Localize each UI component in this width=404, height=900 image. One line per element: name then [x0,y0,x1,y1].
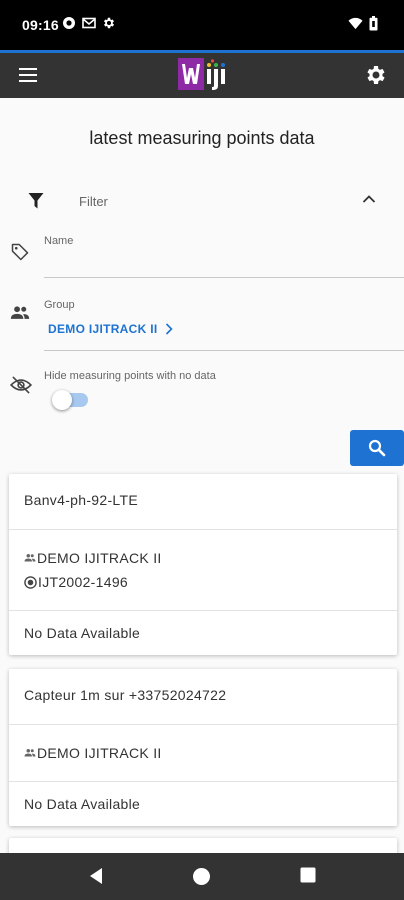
status-time: 09:16 [22,17,59,33]
name-input-underline [44,277,404,278]
device-icon [24,575,37,589]
group-value: DEMO IJITRACK II [48,322,158,336]
group-label: Group [44,299,75,311]
status-bar: 09:16 [0,0,404,50]
back-icon[interactable] [88,867,104,885]
hide-label: Hide measuring points with no data [44,370,216,382]
card-status: No Data Available [24,625,141,641]
filter-label: Filter [79,194,108,209]
group-underline [44,350,404,351]
search-icon [368,439,386,457]
card-title: Capteur 1m sur +33752024722 [9,669,397,725]
eye-off-icon [10,376,32,394]
menu-icon-bar [19,80,37,82]
filter-icon [28,193,44,209]
settings-small-icon [103,17,115,29]
gear-icon [367,66,385,84]
wifi-icon [348,17,363,30]
card-group-line: DEMO IJITRACK II [24,741,382,765]
settings-button[interactable] [364,63,388,87]
name-field[interactable]: Name [0,232,404,282]
measuring-point-card[interactable]: Banv4-ph-92-LTE DEMO IJITRACK II IJT2002… [9,474,397,655]
page-title: latest measuring points data [89,128,315,148]
card-info: DEMO IJITRACK II [9,725,397,782]
recents-icon[interactable] [300,867,316,883]
status-notification-icons [62,16,116,30]
measuring-point-card[interactable] [9,838,397,853]
toggle-knob [52,390,72,410]
system-nav-bar [0,853,404,900]
group-field[interactable]: Group DEMO IJITRACK II [0,296,404,352]
card-info: DEMO IJITRACK II IJT2002-1496 [9,530,397,611]
record-icon [63,17,75,29]
measuring-point-card[interactable]: Capteur 1m sur +33752024722 DEMO IJITRAC… [9,669,397,826]
chevron-up-icon [362,195,376,203]
hide-empty-field: Hide measuring points with no data [0,366,404,416]
hide-empty-toggle[interactable] [52,390,88,410]
card-title: Banv4-ph-92-LTE [9,474,397,530]
card-group: DEMO IJITRACK II [37,550,162,566]
menu-icon-bar [19,68,37,70]
card-status: No Data Available [24,796,141,812]
card-device: IJT2002-1496 [38,574,128,590]
mail-icon [82,17,96,29]
menu-button[interactable] [16,65,40,85]
search-button[interactable] [350,430,404,466]
filter-toggle[interactable]: Filter [0,190,404,214]
card-device-line: IJT2002-1496 [24,570,382,594]
main-content[interactable]: latest measuring points data Filter Name… [0,98,404,853]
menu-icon-bar [19,74,37,76]
chevron-right-icon [166,323,174,335]
name-label: Name [44,235,74,247]
status-system-icons [348,16,378,31]
group-selector[interactable]: DEMO IJITRACK II [48,322,174,336]
home-icon[interactable] [192,867,211,886]
battery-icon [369,16,378,31]
card-group: DEMO IJITRACK II [37,745,162,761]
tag-icon [11,243,29,261]
wiji-logo [178,58,225,90]
group-icon [24,554,36,562]
group-icon [24,749,36,757]
app-bar [0,50,404,98]
card-group-line: DEMO IJITRACK II [24,546,382,570]
people-icon [10,306,30,319]
